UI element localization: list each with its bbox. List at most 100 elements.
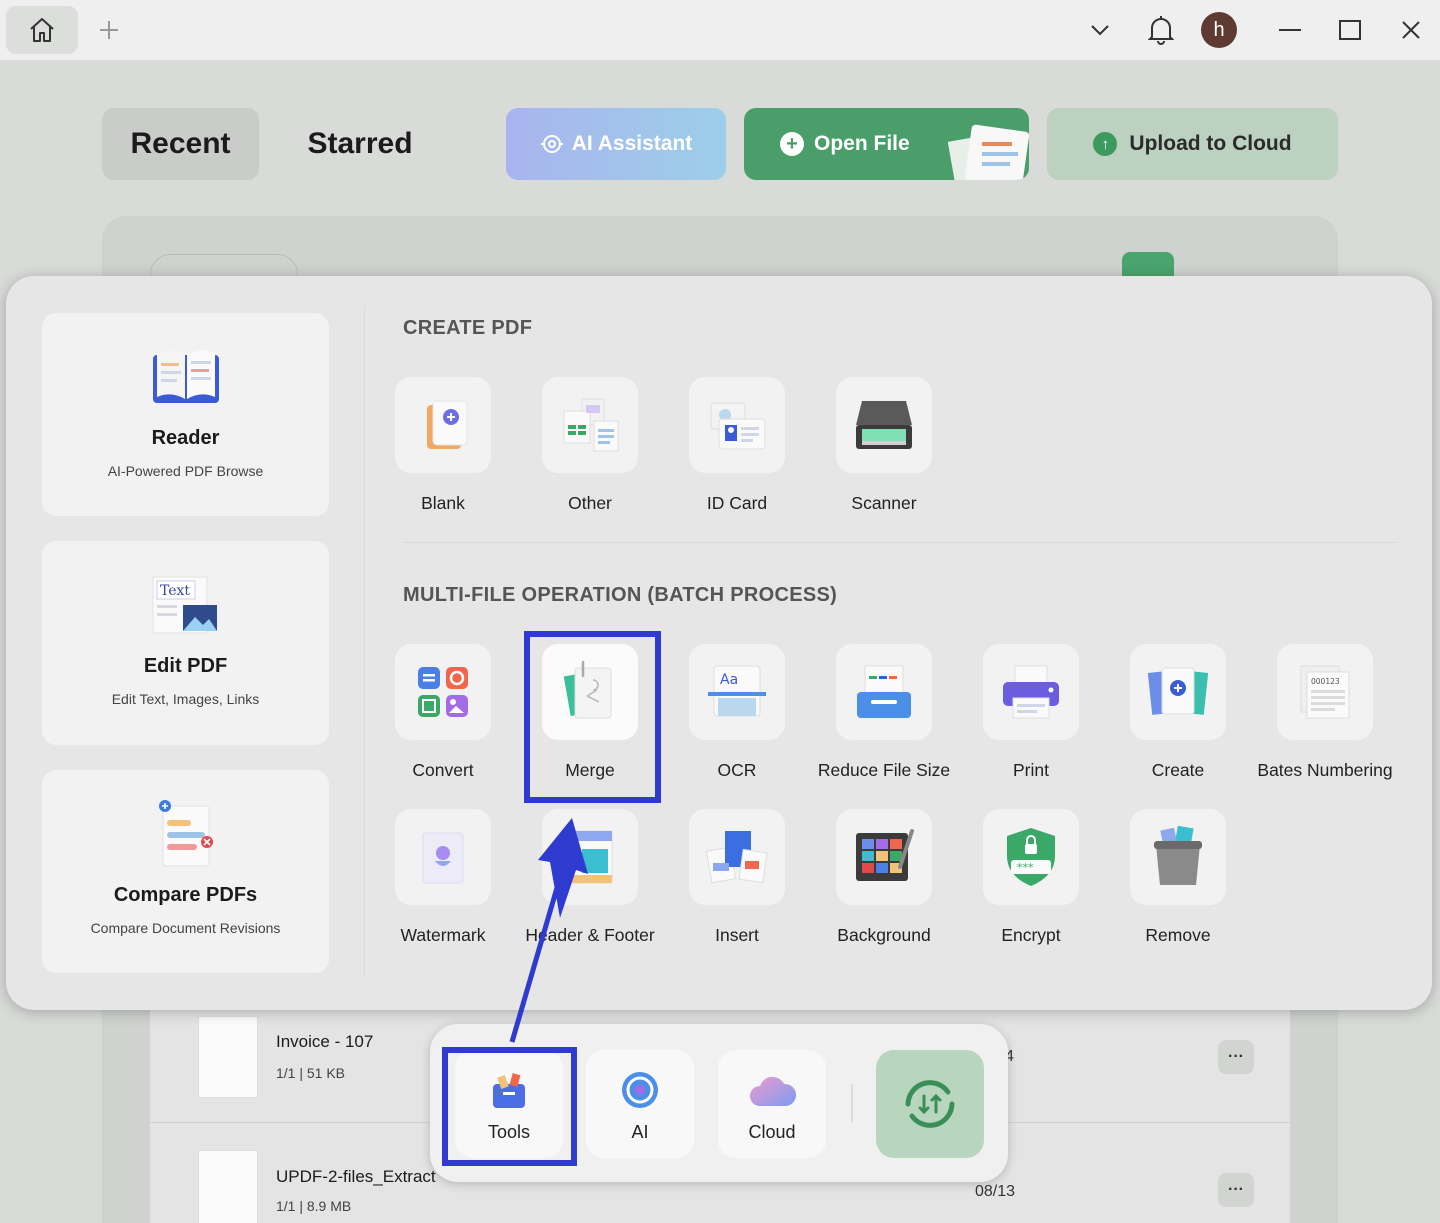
file-meta: 1/1 | 8.9 MB xyxy=(276,1198,352,1214)
tool-label: Insert xyxy=(715,925,759,945)
svg-text:***: *** xyxy=(1017,861,1034,874)
plus-circle-icon: + xyxy=(780,132,804,156)
more-options-button[interactable]: ··· xyxy=(1218,1173,1254,1207)
bates-numbering-icon: 000123 xyxy=(1300,665,1350,719)
home-tab[interactable] xyxy=(6,6,78,54)
dock-cloud-label: Cloud xyxy=(748,1122,796,1142)
tool-other[interactable]: Other xyxy=(520,377,660,514)
ai-icon xyxy=(622,1072,658,1108)
minimize-icon xyxy=(1279,29,1301,31)
home-icon xyxy=(30,18,54,42)
compare-pdfs-subtitle: Compare Document Revisions xyxy=(90,920,281,936)
sync-icon xyxy=(905,1080,955,1128)
open-file-button[interactable]: + Open File xyxy=(744,108,1029,180)
tool-remove[interactable]: Remove xyxy=(1108,809,1248,946)
compare-pdfs-card[interactable]: Compare PDFs Compare Document Revisions xyxy=(42,770,329,973)
tool-label: Print xyxy=(1013,760,1049,780)
file-name: Invoice - 107 xyxy=(276,1032,374,1051)
background-icon xyxy=(856,829,914,881)
reduce-size-icon xyxy=(857,665,911,718)
tool-label: OCR xyxy=(717,760,757,780)
edit-pdf-subtitle: Edit Text, Images, Links xyxy=(111,691,260,707)
merge-highlight-box xyxy=(524,631,661,803)
minimize-button[interactable] xyxy=(1272,12,1308,48)
scanner-icon xyxy=(856,401,912,449)
upload-arrow-icon: ↑ xyxy=(1093,132,1118,156)
tool-print[interactable]: Print xyxy=(961,644,1101,781)
watermark-icon xyxy=(422,832,464,884)
avatar-letter: h xyxy=(1213,18,1225,41)
edit-pdf-title: Edit PDF xyxy=(143,655,228,677)
cloud-icon xyxy=(750,1076,796,1106)
documents-illustration-icon xyxy=(948,124,1029,180)
reader-icon xyxy=(152,350,219,403)
tool-label: Blank xyxy=(421,493,465,513)
compare-icon xyxy=(158,800,213,867)
reader-card[interactable]: Reader AI-Powered PDF Browse xyxy=(42,313,329,516)
tool-ocr[interactable]: Aa OCR xyxy=(667,644,807,781)
open-file-label: Open File xyxy=(814,132,910,155)
tool-label: Bates Numbering xyxy=(1257,760,1393,780)
upload-label: Upload to Cloud xyxy=(1129,132,1292,155)
ocr-icon: Aa xyxy=(708,665,766,717)
tab-starred[interactable]: Starred xyxy=(290,108,430,180)
file-meta: 1/1 | 51 KB xyxy=(276,1065,346,1081)
tool-label: Remove xyxy=(1145,925,1211,945)
more-options-button[interactable]: ··· xyxy=(1218,1040,1254,1074)
file-name: UPDF-2-files_Extract xyxy=(276,1167,436,1186)
encrypt-icon: *** xyxy=(1007,828,1055,886)
chevron-down-icon xyxy=(1091,25,1109,36)
tool-label: Create xyxy=(1151,760,1205,780)
tool-reduce-file-size[interactable]: Reduce File Size xyxy=(814,644,954,781)
dock-ai-button[interactable]: AI xyxy=(586,1050,694,1158)
ai-assistant-icon xyxy=(540,135,563,153)
close-icon xyxy=(1402,21,1420,39)
dock-cloud-button[interactable]: Cloud xyxy=(718,1050,826,1158)
tool-insert[interactable]: Insert xyxy=(667,809,807,946)
file-thumbnail xyxy=(198,1150,258,1223)
maximize-button[interactable] xyxy=(1332,12,1368,48)
tool-blank[interactable]: Blank xyxy=(373,377,513,514)
blank-pdf-icon xyxy=(427,400,468,449)
annotation-arrow-icon xyxy=(509,818,588,1043)
create-pdf-section-title: CREATE PDF xyxy=(403,317,533,339)
insert-icon xyxy=(705,831,768,884)
ai-assistant-button[interactable]: AI Assistant xyxy=(506,108,726,180)
tool-label: ID Card xyxy=(706,493,768,513)
tool-label: Convert xyxy=(412,760,474,780)
tool-encrypt[interactable]: *** Encrypt xyxy=(961,809,1101,946)
print-icon xyxy=(1003,665,1059,719)
convert-icon xyxy=(418,667,468,717)
create-icon xyxy=(1147,667,1209,715)
title-bar: h xyxy=(0,0,1440,60)
horizontal-divider xyxy=(403,542,1398,543)
upload-to-cloud-button[interactable]: ↑ Upload to Cloud xyxy=(1047,108,1338,180)
more-icon: ··· xyxy=(1228,1181,1244,1198)
new-tab-button[interactable] xyxy=(94,14,124,46)
tools-popup: Reader AI-Powered PDF Browse Text Edit P… xyxy=(6,276,1432,1010)
edit-pdf-icon: Text xyxy=(152,576,217,634)
tool-label: Scanner xyxy=(851,493,917,513)
avatar[interactable]: h xyxy=(1201,12,1237,48)
edit-pdf-card[interactable]: Text Edit PDF Edit Text, Images, Links xyxy=(42,541,329,745)
tool-create[interactable]: Create xyxy=(1108,644,1248,781)
tool-label: Background xyxy=(837,925,931,945)
svg-text:000123: 000123 xyxy=(1311,677,1340,686)
close-button[interactable] xyxy=(1393,12,1429,48)
tool-scanner[interactable]: Scanner xyxy=(814,377,954,514)
tool-convert[interactable]: Convert xyxy=(373,644,513,781)
tool-id-card[interactable]: ID Card xyxy=(667,377,807,514)
bell-icon xyxy=(1148,16,1174,45)
more-icon: ··· xyxy=(1228,1048,1244,1065)
remove-icon xyxy=(1154,825,1202,885)
tool-background[interactable]: Background xyxy=(814,809,954,946)
dropdown-button[interactable] xyxy=(1082,12,1118,48)
dock-separator xyxy=(851,1084,853,1122)
tab-recent[interactable]: Recent xyxy=(102,108,259,180)
plus-icon xyxy=(100,21,118,39)
dock-ai-label: AI xyxy=(631,1122,649,1142)
dock-sync-button[interactable] xyxy=(876,1050,984,1158)
tool-bates-numbering[interactable]: 000123 Bates Numbering xyxy=(1255,644,1395,781)
notifications-button[interactable] xyxy=(1143,12,1179,48)
reader-title: Reader xyxy=(151,427,220,449)
